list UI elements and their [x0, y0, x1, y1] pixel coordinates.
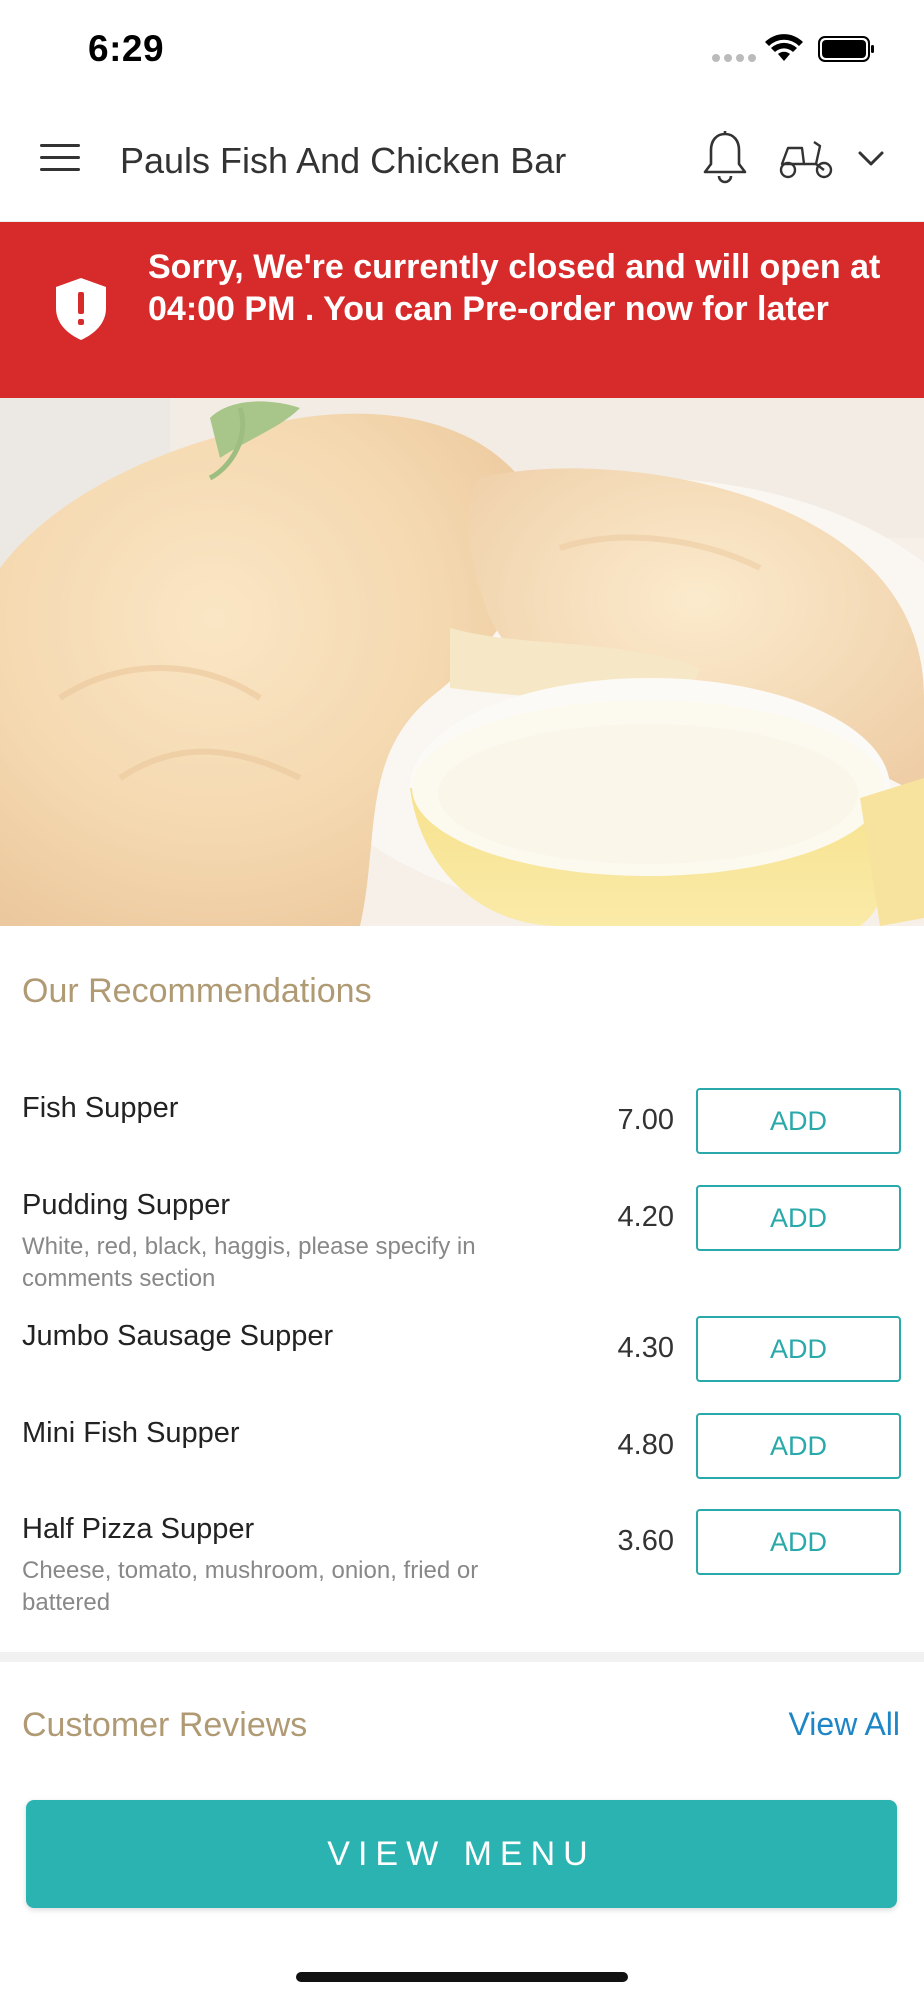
item-price: 4.80 [617, 1429, 674, 1461]
item-name: Jumbo Sausage Supper [22, 1320, 334, 1352]
item-name: Half Pizza Supper [22, 1513, 255, 1545]
item-name: Pudding Supper [22, 1189, 230, 1221]
add-mini-fish-supper-button[interactable]: ADD [696, 1413, 901, 1479]
app-header: Pauls Fish And Chicken Bar [0, 98, 924, 222]
status-bar: 6:29 [0, 0, 924, 98]
hero-food-image [0, 398, 924, 926]
customer-reviews-title: Customer Reviews [22, 1706, 308, 1744]
recommendations-title: Our Recommendations [22, 972, 372, 1010]
item-price: 4.20 [617, 1201, 674, 1233]
item-price: 3.60 [617, 1525, 674, 1557]
chevron-down-icon[interactable] [856, 146, 886, 170]
page-title: Pauls Fish And Chicken Bar [120, 140, 567, 181]
status-time: 6:29 [88, 28, 165, 69]
add-pudding-supper-button[interactable]: ADD [696, 1185, 901, 1251]
view-menu-button[interactable]: VIEW MENU [26, 1800, 897, 1908]
section-divider [0, 1652, 924, 1662]
item-price: 7.00 [617, 1104, 674, 1136]
home-indicator[interactable] [296, 1972, 628, 1982]
hamburger-menu-icon[interactable] [40, 144, 80, 174]
battery-icon [818, 36, 874, 62]
add-jumbo-sausage-supper-button[interactable]: ADD [696, 1316, 901, 1382]
item-description: White, red, black, haggis, please specif… [22, 1233, 476, 1292]
store-closed-banner: Sorry, We're currently closed and will o… [0, 222, 924, 398]
item-name: Mini Fish Supper [22, 1417, 240, 1449]
shield-alert-icon [56, 278, 106, 340]
add-fish-supper-button[interactable]: ADD [696, 1088, 901, 1154]
cellular-signal-icon [712, 54, 756, 62]
banner-message: Sorry, We're currently closed and will o… [148, 248, 881, 328]
item-description: Cheese, tomato, mushroom, onion, fried o… [22, 1557, 479, 1616]
item-name: Fish Supper [22, 1092, 179, 1124]
wifi-icon [765, 34, 803, 61]
notification-bell-icon[interactable] [700, 130, 750, 186]
view-all-reviews-link[interactable]: View All [789, 1706, 900, 1743]
add-half-pizza-supper-button[interactable]: ADD [696, 1509, 901, 1575]
item-price: 4.30 [617, 1332, 674, 1364]
delivery-scooter-icon[interactable] [778, 138, 834, 180]
